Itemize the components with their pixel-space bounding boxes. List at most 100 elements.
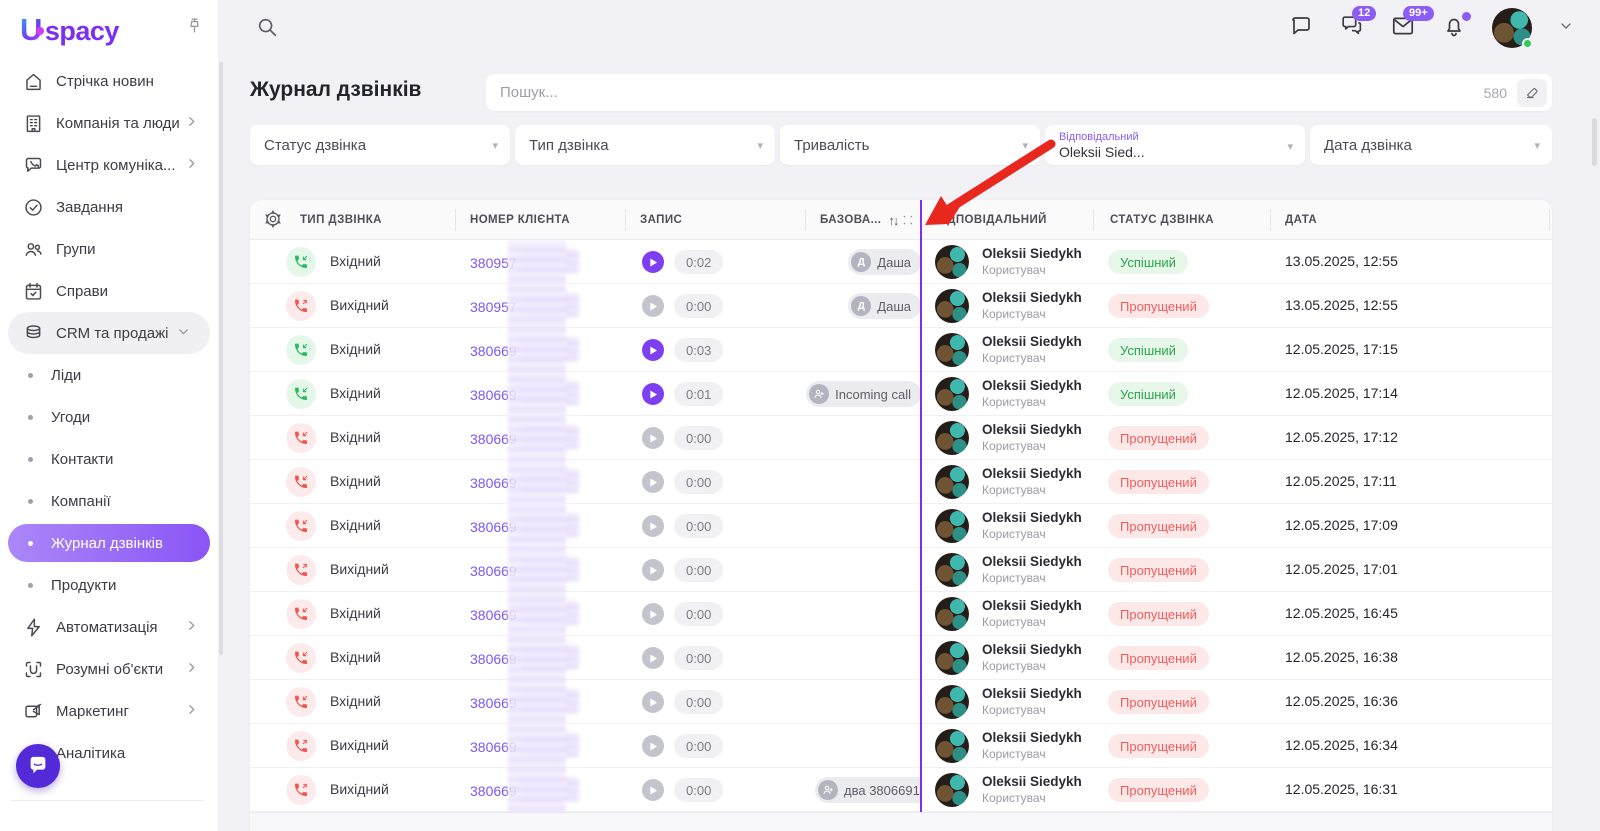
play-recording-button[interactable] — [642, 383, 664, 405]
responsible-avatar[interactable] — [935, 465, 969, 499]
responsible-avatar[interactable] — [935, 553, 969, 587]
sidebar-subitem-ліди[interactable]: Ліди — [0, 354, 218, 396]
play-recording-button[interactable] — [642, 251, 664, 273]
client-phone-link[interactable]: 380669 — [470, 341, 579, 361]
sidebar-item-розумні-об-єкти[interactable]: Розумні об'єкти — [0, 648, 218, 690]
sidebar-item-стрічка-новин[interactable]: Стрічка новин — [0, 60, 218, 102]
sidebar-item-справи[interactable]: Справи — [0, 270, 218, 312]
sidebar-item-групи[interactable]: Групи — [0, 228, 218, 270]
sidebar-subitem-угоди[interactable]: Угоди — [0, 396, 218, 438]
responsible-name[interactable]: Oleksii Siedykh — [982, 378, 1082, 393]
uspacy-logo[interactable]: Uspacy — [20, 12, 119, 48]
table-row[interactable]: Вхідний 380669 0:00 Oleksii Siedykh Кори… — [250, 636, 1552, 680]
responsible-name[interactable]: Oleksii Siedykh — [982, 774, 1082, 789]
responsible-name[interactable]: Oleksii Siedykh — [982, 730, 1082, 745]
table-row[interactable]: Вхідний 380669 0:00 Oleksii Siedykh Кори… — [250, 416, 1552, 460]
sidebar-subitem-компанії[interactable]: Компанії — [0, 480, 218, 522]
client-phone-link[interactable]: 380669 — [470, 385, 579, 405]
column-header-5[interactable]: ВІДПОВІДАЛЬНИЙ — [935, 200, 1047, 240]
responsible-avatar[interactable] — [935, 509, 969, 543]
clear-search-icon[interactable] — [1517, 79, 1547, 107]
client-phone-link[interactable]: 380669 — [470, 649, 579, 669]
table-row[interactable]: Вихідний 380957 0:00 Д Даша Oleksii Sied… — [250, 284, 1552, 328]
client-phone-link[interactable]: 380669 — [470, 605, 579, 625]
sidebar-item-центр-комуніка[interactable]: Центр комуніка... — [0, 144, 218, 186]
play-recording-button[interactable] — [642, 647, 664, 669]
responsible-name[interactable]: Oleksii Siedykh — [982, 466, 1082, 481]
responsible-avatar[interactable] — [935, 333, 969, 367]
messenger-icon[interactable]: 12 — [1339, 13, 1364, 43]
responsible-avatar[interactable] — [935, 641, 969, 675]
mail-icon[interactable]: 99+ — [1390, 13, 1416, 44]
sort-arrows-icon[interactable]: ↑↓ — [888, 213, 897, 228]
column-header-1[interactable]: ТИП ДЗВІНКА — [300, 200, 382, 240]
client-phone-link[interactable]: 380957 — [470, 297, 579, 317]
responsible-avatar[interactable] — [935, 729, 969, 763]
table-row[interactable]: Вхідний 380957 0:02 Д Даша Oleksii Siedy… — [250, 240, 1552, 284]
sidebar-item-компанія-та-люди[interactable]: Компанія та люди — [0, 102, 218, 144]
sidebar-item-crm-та-продажі[interactable]: CRM та продажі — [8, 312, 210, 354]
linked-contact-chip[interactable]: Incoming call — [806, 381, 921, 407]
filter-дата-дзвінка[interactable]: Дата дзвінка▾ — [1310, 125, 1552, 165]
sidebar-subitem-журнал-дзвінків[interactable]: Журнал дзвінків — [8, 524, 210, 562]
responsible-name[interactable]: Oleksii Siedykh — [982, 510, 1082, 525]
table-row[interactable]: Вхідний 380669 0:00 Oleksii Siedykh Кори… — [250, 504, 1552, 548]
drag-handle-icon[interactable]: ⸬ — [903, 213, 911, 228]
responsible-name[interactable]: Oleksii Siedykh — [982, 246, 1082, 261]
client-phone-link[interactable]: 380669 — [470, 517, 579, 537]
client-phone-link[interactable]: 380669 — [470, 429, 579, 449]
play-recording-button[interactable] — [642, 427, 664, 449]
notifications-bell-icon[interactable] — [1442, 14, 1466, 43]
sidebar-subitem-контакти[interactable]: Контакти — [0, 438, 218, 480]
global-search-icon[interactable] — [256, 16, 278, 43]
client-phone-link[interactable]: 380669 — [470, 781, 579, 801]
column-header-3[interactable]: ЗАПИС — [640, 200, 682, 240]
column-resize-indicator[interactable] — [920, 200, 922, 812]
column-header-7[interactable]: ДАТА — [1285, 200, 1317, 240]
table-row[interactable]: Вихідний 380669 0:00 два 38066918 Oleksi… — [250, 768, 1552, 812]
play-recording-button[interactable] — [642, 779, 664, 801]
responsible-name[interactable]: Oleksii Siedykh — [982, 422, 1082, 437]
page-scrollbar[interactable] — [1592, 118, 1597, 166]
column-header-4[interactable]: БАЗОВА...↑↓⸬ — [820, 200, 911, 240]
client-phone-link[interactable]: 380669 — [470, 737, 579, 757]
responsible-avatar[interactable] — [935, 377, 969, 411]
responsible-name[interactable]: Oleksii Siedykh — [982, 642, 1082, 657]
filter-статус-дзвінка[interactable]: Статус дзвінка▾ — [250, 125, 510, 165]
play-recording-button[interactable] — [642, 471, 664, 493]
table-row[interactable]: Вхідний 380669 0:00 Oleksii Siedykh Кори… — [250, 592, 1552, 636]
responsible-avatar[interactable] — [935, 289, 969, 323]
sidebar-item-автоматизація[interactable]: Автоматизація — [0, 606, 218, 648]
table-row[interactable]: Вхідний 380669 0:03 Oleksii Siedykh Кори… — [250, 328, 1552, 372]
sidebar-subitem-продукти[interactable]: Продукти — [0, 564, 218, 606]
responsible-name[interactable]: Oleksii Siedykh — [982, 290, 1082, 305]
column-header-2[interactable]: НОМЕР КЛІЄНТА — [470, 200, 570, 240]
table-row[interactable]: Вхідний 380669 0:01 Incoming call Oleksi… — [250, 372, 1552, 416]
responsible-avatar[interactable] — [935, 245, 969, 279]
filter-тривалість[interactable]: Тривалість▾ — [780, 125, 1040, 165]
responsible-name[interactable]: Oleksii Siedykh — [982, 334, 1082, 349]
sidebar-scrollbar[interactable] — [219, 62, 223, 655]
responsible-name[interactable]: Oleksii Siedykh — [982, 598, 1082, 613]
responsible-name[interactable]: Oleksii Siedykh — [982, 686, 1082, 701]
client-phone-link[interactable]: 380957 — [470, 253, 579, 273]
user-avatar[interactable] — [1492, 8, 1532, 48]
filter-відповідальний[interactable]: ВідповідальнийOleksii Sied...▾ — [1045, 125, 1305, 165]
play-recording-button[interactable] — [642, 603, 664, 625]
responsible-avatar[interactable] — [935, 685, 969, 719]
sidebar-item-завдання[interactable]: Завдання — [0, 186, 218, 228]
play-recording-button[interactable] — [642, 559, 664, 581]
play-recording-button[interactable] — [642, 691, 664, 713]
linked-contact-chip[interactable]: два 38066918 — [815, 777, 921, 803]
table-settings-gear-icon[interactable] — [263, 209, 283, 234]
client-phone-link[interactable]: 380669 — [470, 473, 579, 493]
play-recording-button[interactable] — [642, 735, 664, 757]
sidebar-item-маркетинг[interactable]: Маркетинг — [0, 690, 218, 732]
responsible-avatar[interactable] — [935, 421, 969, 455]
linked-contact-chip[interactable]: Д Даша — [848, 249, 921, 275]
play-recording-button[interactable] — [642, 295, 664, 317]
table-row[interactable]: Вихідний 380669 0:00 Oleksii Siedykh Кор… — [250, 548, 1552, 592]
responsible-avatar[interactable] — [935, 597, 969, 631]
responsible-name[interactable]: Oleksii Siedykh — [982, 554, 1082, 569]
search-input[interactable] — [486, 84, 1484, 101]
